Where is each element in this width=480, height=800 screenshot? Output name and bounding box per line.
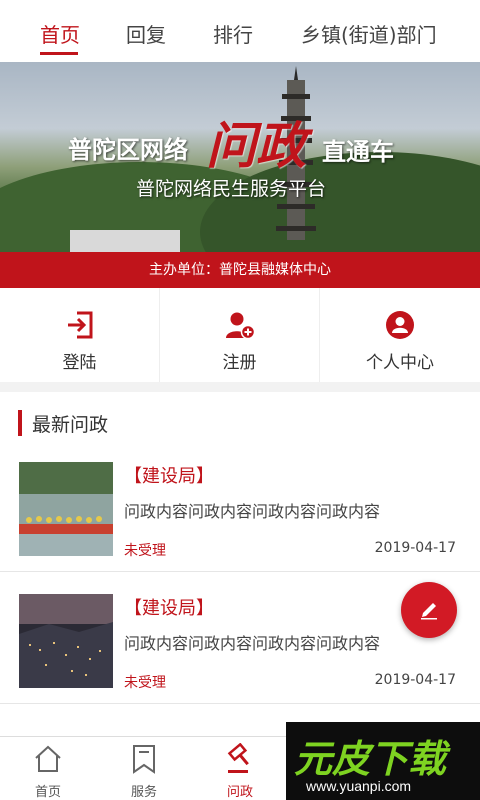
top-tab-bar: 首页 回复 排行 乡镇(街道)部门	[0, 0, 480, 62]
user-center-icon	[386, 311, 414, 339]
item-date: 2019-04-17	[374, 672, 456, 688]
tab-ranking[interactable]: 排行	[213, 19, 253, 48]
hero-banner: 普陀区网络 问政 直通车 普陀网络民生服务平台	[0, 62, 480, 252]
tab-home[interactable]: 首页	[40, 19, 80, 48]
watermark-url: www.yuanpi.com	[306, 778, 412, 794]
item-content: 问政内容问政内容问政内容问政内容	[124, 634, 381, 653]
bookmark-icon	[133, 745, 155, 774]
item-status: 未受理	[124, 543, 166, 559]
register-label: 注册	[222, 353, 257, 373]
sponsor-strip: 主办单位：普陀县融媒体中心	[0, 252, 480, 288]
tab-reply[interactable]: 回复	[126, 19, 166, 48]
register-button[interactable]: 注册	[160, 288, 320, 382]
banner-title-suffix: 直通车	[322, 138, 394, 166]
item-category: 【建设局】	[124, 598, 214, 619]
list-item[interactable]: 【建设局】 问政内容问政内容问政内容问政内容 未受理 2019-04-17	[0, 454, 480, 572]
banner-title-emphasis: 问政	[206, 117, 306, 175]
item-content: 问政内容问政内容问政内容问政内容	[124, 502, 381, 521]
compose-button[interactable]	[401, 582, 457, 638]
dragon-boat-photo	[19, 462, 113, 556]
watermark-logo: 元皮下载 www.yuanpi.com	[286, 722, 480, 800]
bottom-nav-home[interactable]: 首页	[0, 737, 96, 800]
login-label: 登陆	[62, 353, 97, 373]
register-user-icon	[225, 312, 255, 340]
bottom-nav-home-label: 首页	[34, 785, 61, 800]
bottom-nav-service[interactable]: 服务	[96, 737, 192, 800]
home-icon	[35, 745, 61, 772]
bottom-nav-inquiry[interactable]: 问政	[192, 737, 288, 800]
item-category: 【建设局】	[124, 466, 214, 487]
item-status: 未受理	[124, 675, 166, 691]
banner-subtitle: 普陀网络民生服务平台	[136, 178, 327, 200]
bottom-nav-inquiry-label: 问政	[226, 785, 253, 800]
login-icon	[67, 311, 92, 339]
tab-departments[interactable]: 乡镇(街道)部门	[301, 19, 437, 48]
banner-title: 普陀区网络	[68, 136, 188, 164]
login-button[interactable]: 登陆	[0, 288, 160, 382]
bottom-nav-service-label: 服务	[130, 785, 157, 800]
gavel-icon	[227, 743, 249, 773]
user-center-button[interactable]: 个人中心	[320, 288, 480, 382]
active-tab-indicator	[40, 52, 78, 55]
section-title: 最新问政	[32, 414, 109, 436]
user-center-label: 个人中心	[366, 353, 434, 373]
night-city-photo	[19, 594, 113, 688]
pencil-icon	[421, 603, 437, 620]
quick-actions: 登陆 注册 个人中心	[0, 288, 480, 382]
item-date: 2019-04-17	[374, 540, 456, 556]
watermark-brand: 元皮下载	[294, 737, 447, 781]
